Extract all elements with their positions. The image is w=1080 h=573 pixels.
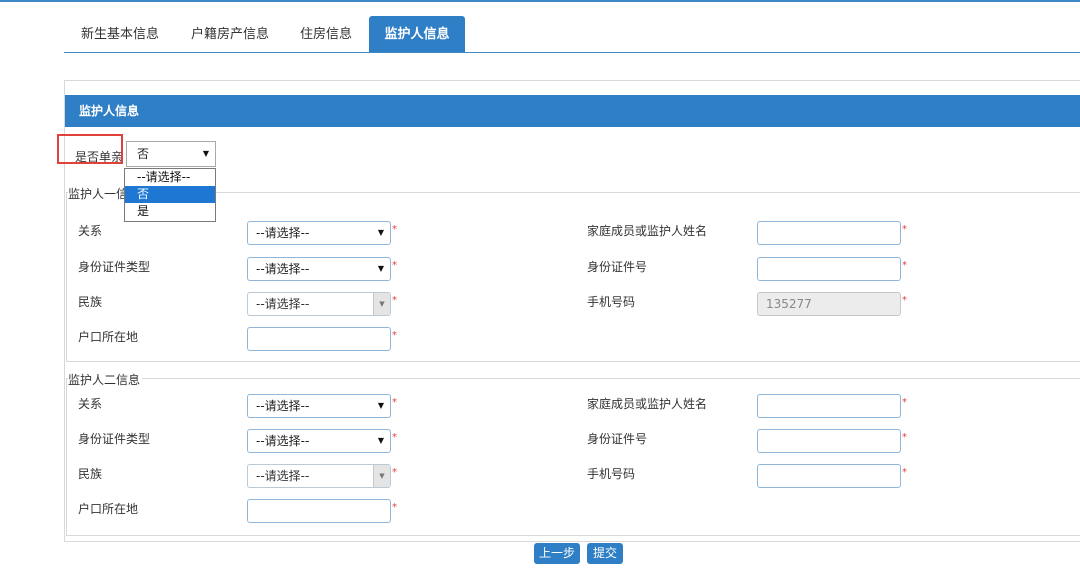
single-parent-value: 否 xyxy=(137,147,150,161)
tab-hukou-property[interactable]: 户籍房产信息 xyxy=(180,16,280,52)
relation-value: --请选择-- xyxy=(256,226,310,240)
tab-bar: 新生基本信息 户籍房产信息 住房信息 监护人信息 xyxy=(64,16,1080,53)
required-mark: * xyxy=(392,502,397,513)
guardian1-fieldset xyxy=(66,192,1080,362)
relation-label: 关系 xyxy=(78,397,103,411)
single-parent-select[interactable]: 否 ▼ xyxy=(126,141,216,167)
hukou-label: 户口所在地 xyxy=(78,330,139,344)
ethnicity-value: --请选择-- xyxy=(256,297,310,311)
submit-button[interactable]: 提交 xyxy=(587,543,623,564)
option-no[interactable]: 否 xyxy=(125,186,215,203)
option-yes[interactable]: 是 xyxy=(125,203,215,220)
required-mark: * xyxy=(902,224,907,235)
tab-guardian[interactable]: 监护人信息 xyxy=(369,16,465,52)
required-mark: * xyxy=(392,432,397,443)
ethnicity-label: 民族 xyxy=(78,295,103,309)
ethnicity-label: 民族 xyxy=(78,467,103,481)
phone-label: 手机号码 xyxy=(587,467,636,481)
id-number-label: 身份证件号 xyxy=(587,260,648,274)
tab-newborn-basic[interactable]: 新生基本信息 xyxy=(70,16,170,52)
guardian2-fieldset xyxy=(66,378,1080,536)
required-mark: * xyxy=(392,224,397,235)
guardian2-hukou-input[interactable] xyxy=(247,499,391,523)
id-type-label: 身份证件类型 xyxy=(78,260,151,274)
required-mark: * xyxy=(902,432,907,443)
guardian2-phone-input[interactable] xyxy=(757,464,901,488)
dropdown-arrow-icon: ▼ xyxy=(377,436,384,445)
section-header: 监护人信息 xyxy=(65,95,1080,127)
required-mark: * xyxy=(902,397,907,408)
id-type-label: 身份证件类型 xyxy=(78,432,151,446)
highlight-box xyxy=(57,134,123,164)
dropdown-arrow-icon: ▼ xyxy=(377,264,384,273)
member-name-label: 家庭成员或监护人姓名 xyxy=(587,224,708,238)
phone-label: 手机号码 xyxy=(587,295,636,309)
single-parent-options-list: --请选择-- 否 是 xyxy=(124,168,216,222)
dropdown-arrow-icon: ▼ xyxy=(377,228,384,237)
required-mark: * xyxy=(902,260,907,271)
guardian1-phone-input[interactable]: 135277 xyxy=(757,292,901,316)
required-mark: * xyxy=(392,467,397,478)
guardian1-id-type-select[interactable]: --请选择-- ▼ xyxy=(247,257,391,281)
guardian1-relation-select[interactable]: --请选择-- ▼ xyxy=(247,221,391,245)
guardian2-id-type-select[interactable]: --请选择-- ▼ xyxy=(247,429,391,453)
guardian1-hukou-input[interactable] xyxy=(247,327,391,351)
prev-step-button[interactable]: 上一步 xyxy=(534,543,580,564)
guardian2-legend: 监护人二信息 xyxy=(68,371,143,388)
dropdown-arrow-icon: ▼ xyxy=(377,401,384,410)
top-accent-line xyxy=(0,0,1080,2)
hukou-label: 户口所在地 xyxy=(78,502,139,516)
ethnicity-value: --请选择-- xyxy=(256,469,310,483)
guardian2-id-number-input[interactable] xyxy=(757,429,901,453)
phone-value: 135277 xyxy=(766,297,812,311)
guardian2-relation-select[interactable]: --请选择-- ▼ xyxy=(247,394,391,418)
relation-label: 关系 xyxy=(78,224,103,238)
member-name-label: 家庭成员或监护人姓名 xyxy=(587,397,708,411)
tab-housing[interactable]: 住房信息 xyxy=(290,16,362,52)
required-mark: * xyxy=(392,295,397,306)
relation-value: --请选择-- xyxy=(256,399,310,413)
guardian1-id-number-input[interactable] xyxy=(757,257,901,281)
guardian1-ethnicity-select[interactable]: --请选择-- ▼ xyxy=(247,292,391,316)
section-title: 监护人信息 xyxy=(79,104,140,118)
required-mark: * xyxy=(392,260,397,271)
dropdown-arrow-icon: ▼ xyxy=(373,293,390,315)
required-mark: * xyxy=(392,397,397,408)
dropdown-arrow-icon: ▼ xyxy=(202,149,209,158)
guardian2-ethnicity-select[interactable]: --请选择-- ▼ xyxy=(247,464,391,488)
id-type-value: --请选择-- xyxy=(256,262,310,276)
guardian2-name-input[interactable] xyxy=(757,394,901,418)
option-please-select[interactable]: --请选择-- xyxy=(125,169,215,186)
required-mark: * xyxy=(902,295,907,306)
required-mark: * xyxy=(902,467,907,478)
id-type-value: --请选择-- xyxy=(256,434,310,448)
dropdown-arrow-icon: ▼ xyxy=(373,465,390,487)
id-number-label: 身份证件号 xyxy=(587,432,648,446)
required-mark: * xyxy=(392,330,397,341)
guardian1-name-input[interactable] xyxy=(757,221,901,245)
